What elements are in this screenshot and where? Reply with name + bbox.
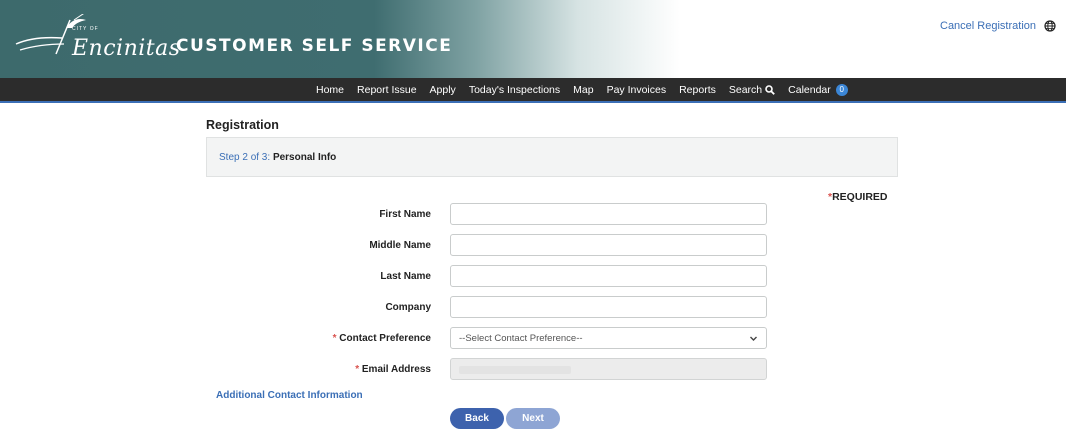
back-button[interactable]: Back xyxy=(450,408,504,429)
step-indicator: Step 2 of 3: Personal Info xyxy=(219,152,336,163)
cancel-registration-link[interactable]: Cancel Registration xyxy=(940,20,1036,32)
email-input xyxy=(450,358,767,380)
middle-name-input[interactable] xyxy=(450,234,767,256)
nav-item-todays-inspections[interactable]: Today's Inspections xyxy=(469,84,560,96)
additional-contact-info-link[interactable]: Additional Contact Information xyxy=(216,390,363,401)
contact-preference-selected: --Select Contact Preference-- xyxy=(459,333,583,344)
main-navbar: Home Report Issue Apply Today's Inspecti… xyxy=(0,78,1066,103)
required-star: * xyxy=(332,333,337,344)
nav-item-search[interactable]: Search xyxy=(729,84,775,96)
email-row: * Email Address xyxy=(0,358,1066,382)
email-label-text: Email Address xyxy=(361,364,431,375)
required-text: REQUIRED xyxy=(832,191,888,203)
last-name-input[interactable] xyxy=(450,265,767,287)
company-row: Company xyxy=(0,296,1066,320)
contact-preference-label-text: Contact Preference xyxy=(339,333,431,344)
globe-icon[interactable] xyxy=(1044,20,1056,32)
logo-text: Encinitas xyxy=(72,36,181,61)
header-actions: Cancel Registration xyxy=(940,20,1056,32)
nav-items: Home Report Issue Apply Today's Inspecti… xyxy=(316,78,848,101)
last-name-row: Last Name xyxy=(0,265,1066,289)
company-input[interactable] xyxy=(450,296,767,318)
nav-item-home[interactable]: Home xyxy=(316,84,344,96)
app-title: CUSTOMER SELF SERVICE xyxy=(176,36,453,56)
required-note: *REQUIRED xyxy=(828,191,888,203)
nav-item-search-label: Search xyxy=(728,83,763,96)
contact-preference-select[interactable]: --Select Contact Preference-- xyxy=(450,327,767,349)
next-button[interactable]: Next xyxy=(506,408,560,429)
middle-name-row: Middle Name xyxy=(0,234,1066,258)
email-label: * Email Address xyxy=(355,364,431,375)
step-progress: Step 2 of 3: xyxy=(219,152,271,163)
contact-preference-label: * Contact Preference xyxy=(333,333,431,344)
required-star: * xyxy=(355,364,360,375)
calendar-count-badge: 0 xyxy=(835,83,848,96)
middle-name-label: Middle Name xyxy=(369,240,431,251)
nav-item-reports[interactable]: Reports xyxy=(679,84,716,96)
search-icon xyxy=(765,84,775,95)
city-logo[interactable]: CITY OF Encinitas xyxy=(14,14,180,64)
contact-preference-row: * Contact Preference --Select Contact Pr… xyxy=(0,327,1066,351)
step-name: Personal Info xyxy=(272,152,337,163)
company-label: Company xyxy=(385,302,431,313)
last-name-label: Last Name xyxy=(380,271,431,282)
step-panel: Step 2 of 3: Personal Info xyxy=(206,137,898,177)
header-banner: CITY OF Encinitas CUSTOMER SELF SERVICE xyxy=(0,0,680,78)
nav-item-map[interactable]: Map xyxy=(573,84,593,96)
first-name-input[interactable] xyxy=(450,203,767,225)
first-name-row: First Name xyxy=(0,203,1066,227)
logo-small-text: CITY OF xyxy=(72,26,99,32)
nav-item-apply[interactable]: Apply xyxy=(430,84,456,96)
email-redacted-value xyxy=(459,366,571,374)
nav-item-report-issue[interactable]: Report Issue xyxy=(357,84,417,96)
page-title: Registration xyxy=(206,118,279,132)
nav-item-pay-invoices[interactable]: Pay Invoices xyxy=(607,84,667,96)
nav-item-calendar[interactable]: Calendar 0 xyxy=(788,83,848,96)
first-name-label: First Name xyxy=(379,209,431,220)
chevron-down-icon xyxy=(750,336,757,341)
nav-item-calendar-label: Calendar xyxy=(788,83,831,96)
